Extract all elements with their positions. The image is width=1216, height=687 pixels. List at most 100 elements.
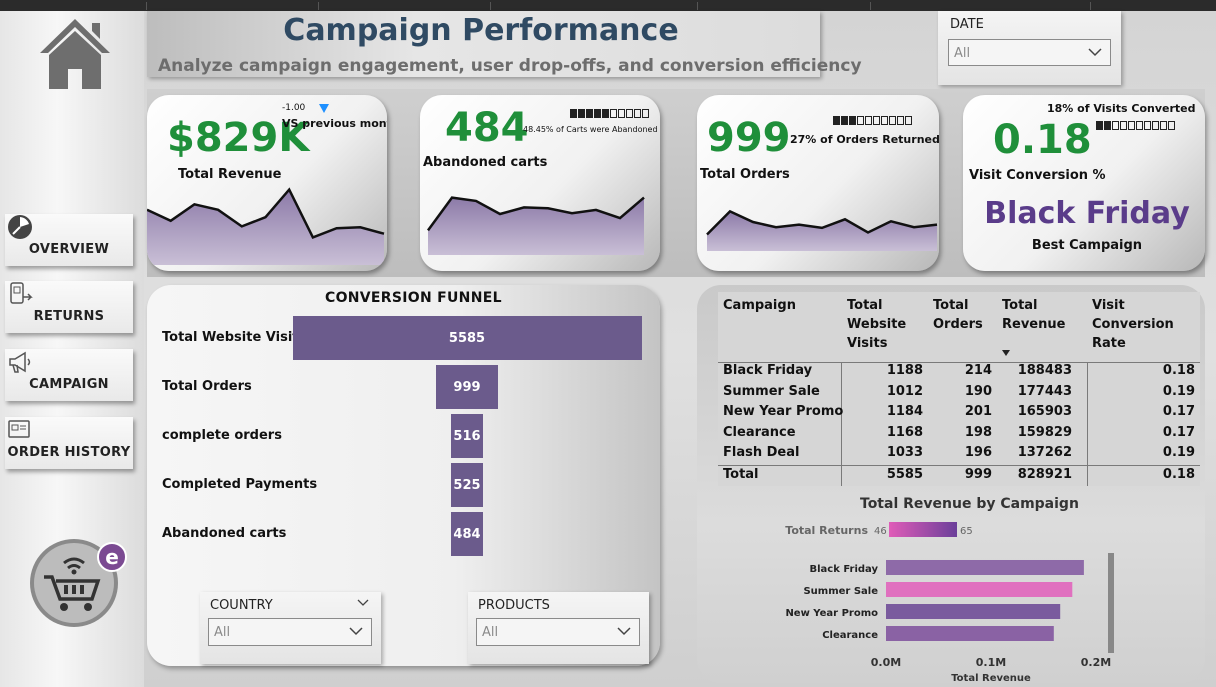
svg-text:e: e	[105, 545, 119, 569]
funnel-bar[interactable]: 516	[450, 414, 484, 458]
kpi-conversion-label: Visit Conversion %	[969, 168, 1106, 183]
country-dropdown-value: All	[214, 625, 231, 640]
progress-block	[618, 109, 625, 118]
value-cell: 1184	[886, 404, 923, 420]
kpi-orders-value: 999	[707, 115, 791, 161]
progress-block	[1120, 121, 1127, 130]
legend-gradient	[889, 522, 957, 537]
value-cell: 137262	[1017, 445, 1072, 461]
revenue-by-campaign-chart: Total Returns 46 65 Black Friday Summer Sale…	[785, 522, 1114, 684]
country-slicer-label: COUNTRY	[210, 598, 273, 613]
value-cell: 177443	[1017, 383, 1072, 399]
value-cell: 201	[964, 404, 992, 420]
nav-overview-button[interactable]: OVERVIEW	[5, 214, 133, 266]
kpi-abandoned-value: 484	[445, 105, 529, 151]
revenue-bar[interactable]	[886, 626, 1054, 641]
chevron-down-icon	[617, 627, 631, 636]
value-cell: 0.17	[1162, 404, 1195, 420]
kpi-conversion-note: 18% of Visits Converted	[1047, 102, 1196, 115]
title-banner: Campaign Performance Analyze campaign en…	[147, 11, 862, 77]
category-label: Black Friday	[809, 564, 878, 575]
nav-returns-button[interactable]: RETURNS	[5, 281, 133, 333]
best-campaign-name: Black Friday	[984, 196, 1190, 231]
kpi-abandoned-label: Abandoned carts	[423, 155, 548, 170]
funnel-bar[interactable]: 484	[451, 512, 483, 556]
revenue-chart-title: Total Revenue by Campaign	[860, 496, 1079, 512]
table-total-row[interactable]: Total 5585 999 828921 0.18	[718, 466, 1200, 487]
funnel-stage-label: complete orders	[162, 428, 282, 443]
table-row[interactable]: Summer Sale 1012 190 177443 0.19	[718, 383, 1200, 404]
table-header-campaign[interactable]: Campaign	[723, 296, 833, 315]
progress-block	[642, 109, 649, 118]
best-campaign-label: Best Campaign	[1031, 238, 1143, 253]
funnel-title: CONVERSION FUNNEL	[325, 290, 502, 306]
kpi-card-conversion: 18% of Visits Converted 0.18 Visit Conve…	[963, 95, 1205, 271]
date-slicer: DATE All	[938, 11, 1121, 85]
page-subtitle: Analyze campaign engagement, user drop-o…	[158, 56, 862, 76]
table-header-conversion[interactable]: Visit Conversion Rate	[1092, 296, 1182, 353]
funnel-bar[interactable]: 5585	[292, 316, 642, 360]
country-slicer: COUNTRY All	[200, 592, 381, 664]
progress-block	[857, 116, 864, 125]
nav-order-history-button[interactable]: ORDER HISTORY	[5, 417, 133, 469]
value-cell: 1188	[886, 363, 923, 378]
revenue-bar[interactable]	[886, 582, 1073, 597]
home-icon[interactable]	[36, 15, 114, 89]
returns-icon	[10, 282, 33, 304]
progress-block	[626, 109, 633, 118]
nav-label: RETURNS	[33, 309, 105, 324]
value-cell: 1033	[886, 445, 923, 461]
table-header-visits[interactable]: Total Website Visits	[847, 296, 927, 353]
value-cell: 999	[964, 467, 992, 482]
overview-icon	[8, 215, 32, 239]
campaign-name-cell: New Year Promo	[723, 404, 844, 420]
progress-block	[881, 116, 888, 125]
chart-scrollbar[interactable]	[1108, 553, 1114, 653]
category-label: New Year Promo	[785, 608, 878, 619]
chevron-down-icon[interactable]	[357, 599, 369, 607]
ecommerce-cart-logo: e	[30, 539, 127, 627]
revenue-bar[interactable]	[886, 560, 1084, 575]
country-dropdown[interactable]: All	[208, 618, 372, 646]
progress-block	[905, 116, 912, 125]
sidebar: OVERVIEW RETURNS CAMPAIGN ORDER HISTORY	[0, 11, 144, 687]
window-top-bar	[0, 0, 1216, 11]
campaign-name-cell: Black Friday	[723, 363, 813, 378]
value-cell: 0.18	[1162, 363, 1195, 378]
progress-block	[610, 109, 617, 118]
products-dropdown[interactable]: All	[476, 618, 640, 646]
table-row[interactable]: New Year Promo 1184 201 165903 0.17	[718, 403, 1200, 424]
progress-block	[578, 109, 585, 118]
products-slicer: PRODUCTS All	[468, 592, 649, 664]
progress-block	[1128, 121, 1135, 130]
revenue-bar[interactable]	[886, 604, 1061, 619]
abandoned-progress-blocks	[570, 109, 649, 118]
page-title: Campaign Performance	[283, 13, 679, 48]
value-cell: 828921	[1017, 467, 1072, 482]
table-row[interactable]: Black Friday 1188 214 188483 0.18	[718, 362, 1200, 383]
delta-down-arrow-icon	[319, 104, 329, 113]
table-header-orders[interactable]: Total Orders	[933, 296, 993, 334]
revenue-sparkline	[147, 187, 385, 265]
value-cell: 198	[964, 424, 992, 440]
progress-block	[865, 116, 872, 125]
date-slicer-label: DATE	[950, 17, 984, 32]
funnel-bar[interactable]: 525	[450, 463, 484, 507]
nav-campaign-button[interactable]: CAMPAIGN	[5, 349, 133, 401]
funnel-bar[interactable]: 999	[435, 365, 499, 409]
progress-block	[889, 116, 896, 125]
table-row[interactable]: Flash Deal 1033 196 137262 0.19	[718, 444, 1200, 465]
progress-block	[1168, 121, 1175, 130]
value-cell: 0.19	[1162, 383, 1195, 399]
table-row[interactable]: Clearance 1168 198 159829 0.17	[718, 424, 1200, 445]
date-dropdown[interactable]: All	[948, 39, 1111, 66]
campaign-name-cell: Clearance	[723, 424, 796, 440]
kpi-card-revenue: $829K -1.00 VS previous month Total Reve…	[147, 95, 387, 271]
products-slicer-label: PRODUCTS	[478, 598, 550, 613]
kpi-orders-note: 27% of Orders Returned	[790, 133, 939, 146]
value-cell: 159829	[1017, 424, 1072, 440]
category-label: Summer Sale	[803, 586, 878, 597]
funnel-stage-label: Total Website Visits	[162, 330, 307, 345]
table-header-revenue[interactable]: Total Revenue	[1002, 296, 1072, 334]
progress-block	[1136, 121, 1143, 130]
